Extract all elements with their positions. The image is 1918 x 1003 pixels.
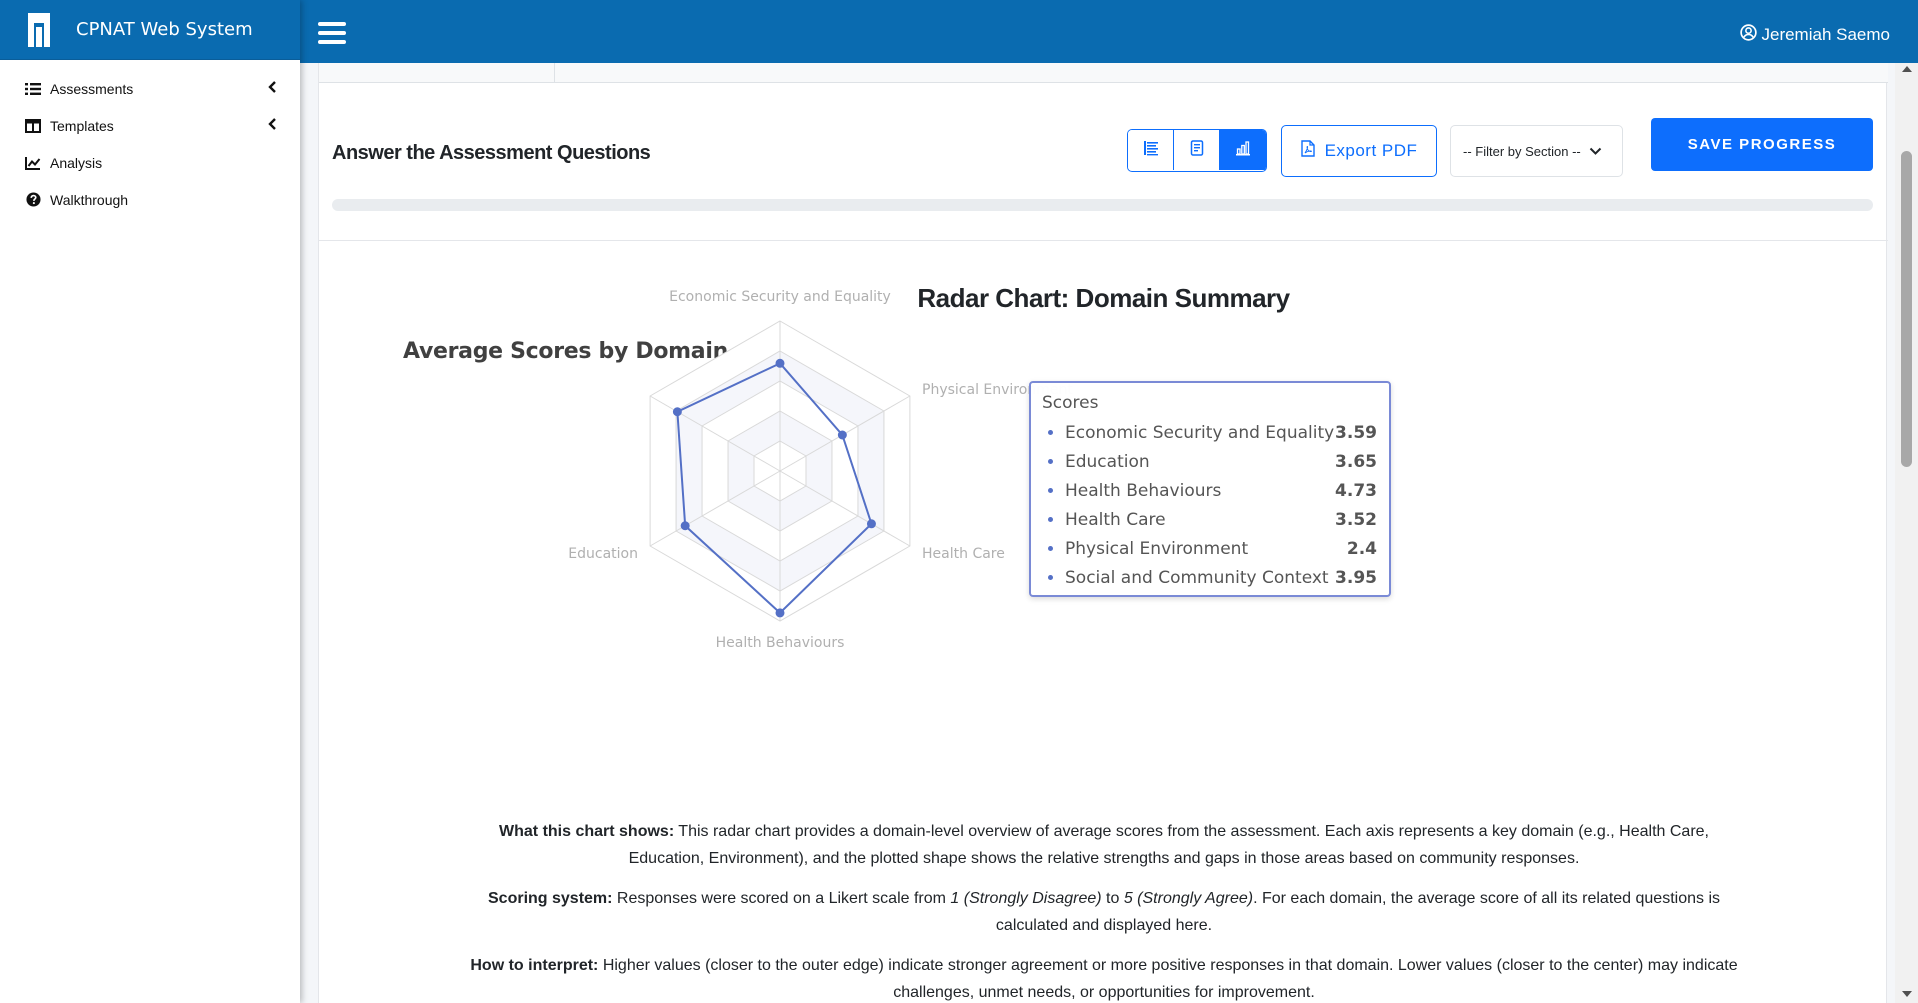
radar-data-point — [672, 407, 682, 417]
radar-data-point — [866, 519, 876, 529]
radar-axis-label: Health Behaviours — [716, 635, 845, 651]
tooltip-row: Physical Environment 2.4 — [1042, 534, 1377, 563]
top-navbar: Jeremiah Saemo — [300, 0, 1918, 63]
table-icon — [24, 117, 42, 135]
tooltip-row-name: Health Behaviours — [1065, 480, 1222, 501]
radar-axis-label: Economic Security and Equality — [669, 289, 891, 305]
chevron-left-icon[interactable] — [266, 80, 280, 94]
sidebar: CPNAT Web System Assessments Templates A… — [0, 0, 300, 1003]
tooltip-row: Health Behaviours 4.73 — [1042, 476, 1377, 505]
tooltip-row-value: 3.65 — [1335, 451, 1377, 472]
sidebar-nav: Assessments Templates Analysis Walkthrou… — [0, 60, 300, 218]
scoring-label: Scoring system: — [488, 890, 613, 907]
radar-data-point — [775, 608, 785, 618]
tooltip-row-name: Economic Security and Equality — [1065, 422, 1335, 443]
cpnat-logo-icon — [28, 12, 50, 47]
interpret-label: How to interpret: — [470, 957, 599, 974]
series-dot-icon — [1048, 575, 1053, 580]
main-content: Answer the Assessment Questions Export P… — [300, 63, 1895, 1003]
radar-axis-label: Health Care — [922, 546, 1005, 562]
tooltip-row: Health Care 3.52 — [1042, 505, 1377, 534]
list-icon — [24, 80, 42, 98]
user-circle-icon — [1740, 24, 1758, 46]
chevron-left-icon[interactable] — [266, 117, 280, 131]
scoring-min: 1 (Strongly Disagree) — [950, 890, 1102, 907]
series-dot-icon — [1048, 546, 1053, 551]
sidebar-item-label: Assessments — [50, 80, 134, 97]
page-scrollbar[interactable] — [1895, 63, 1918, 1003]
tooltip-row-value: 3.95 — [1335, 567, 1377, 588]
radar-data-point — [837, 430, 847, 440]
scoring-max: 5 (Strongly Agree) — [1123, 890, 1254, 907]
line-chart-icon — [24, 154, 42, 172]
series-dot-icon — [1048, 488, 1053, 493]
tooltip-title: Scores — [1042, 393, 1099, 413]
chart-tooltip: Scores Economic Security and Equality 3.5… — [1029, 381, 1391, 597]
sidebar-item-label: Analysis — [50, 154, 103, 171]
tooltip-row-value: 4.73 — [1335, 480, 1377, 501]
radar-axis-label: Education — [568, 546, 638, 562]
radar-data-point — [775, 358, 785, 368]
sidebar-item-label: Walkthrough — [50, 191, 129, 208]
tooltip-row-value: 3.52 — [1335, 509, 1377, 530]
tooltip-row-value: 2.4 — [1346, 538, 1377, 559]
tooltip-row-name: Physical Environment — [1065, 538, 1249, 559]
tooltip-row-name: Social and Community Context — [1065, 567, 1329, 588]
tooltip-row-value: 3.59 — [1335, 422, 1377, 443]
series-dot-icon — [1048, 517, 1053, 522]
scrollbar-thumb[interactable] — [1901, 151, 1912, 467]
tooltip-row-name: Health Care — [1065, 509, 1166, 530]
tooltip-row-name: Education — [1065, 451, 1150, 472]
sidebar-item-analysis[interactable]: Analysis — [0, 144, 300, 181]
sidebar-item-walkthrough[interactable]: Walkthrough — [0, 181, 300, 218]
tooltip-row: Social and Community Context 3.95 — [1042, 563, 1377, 592]
sidebar-item-assessments[interactable]: Assessments — [0, 70, 300, 107]
interpret-text: Higher values (closer to the outer edge)… — [598, 957, 1738, 1001]
sidebar-item-templates[interactable]: Templates — [0, 107, 300, 144]
sidebar-item-label: Templates — [50, 117, 114, 134]
chart-description-what: What this chart shows: This radar chart … — [469, 818, 1739, 872]
question-circle-icon — [24, 191, 42, 209]
scoring-text: to — [1101, 890, 1124, 907]
user-menu[interactable]: Jeremiah Saemo — [1740, 24, 1890, 46]
radar-data-point — [680, 521, 690, 531]
series-dot-icon — [1048, 430, 1053, 435]
tooltip-row: Education 3.65 — [1042, 447, 1377, 476]
series-dot-icon — [1048, 459, 1053, 464]
brand-bar[interactable]: CPNAT Web System — [0, 0, 300, 60]
app-title: CPNAT Web System — [76, 19, 253, 40]
scoring-text: Responses were scored on a Likert scale … — [612, 890, 951, 907]
scroll-up-arrow-icon[interactable] — [1902, 66, 1912, 72]
tooltip-row: Economic Security and Equality 3.59 — [1042, 418, 1377, 447]
chart-description-interpret: How to interpret: Higher values (closer … — [469, 952, 1739, 1003]
what-label: What this chart shows: — [499, 823, 675, 840]
assessment-card: Answer the Assessment Questions Export P… — [318, 63, 1888, 1003]
hamburger-menu-icon[interactable] — [318, 22, 346, 44]
user-name: Jeremiah Saemo — [1761, 25, 1890, 44]
what-text: This radar chart provides a domain-level… — [628, 823, 1709, 867]
scroll-down-arrow-icon[interactable] — [1902, 991, 1912, 997]
chart-description-scoring: Scoring system: Responses were scored on… — [469, 885, 1739, 939]
